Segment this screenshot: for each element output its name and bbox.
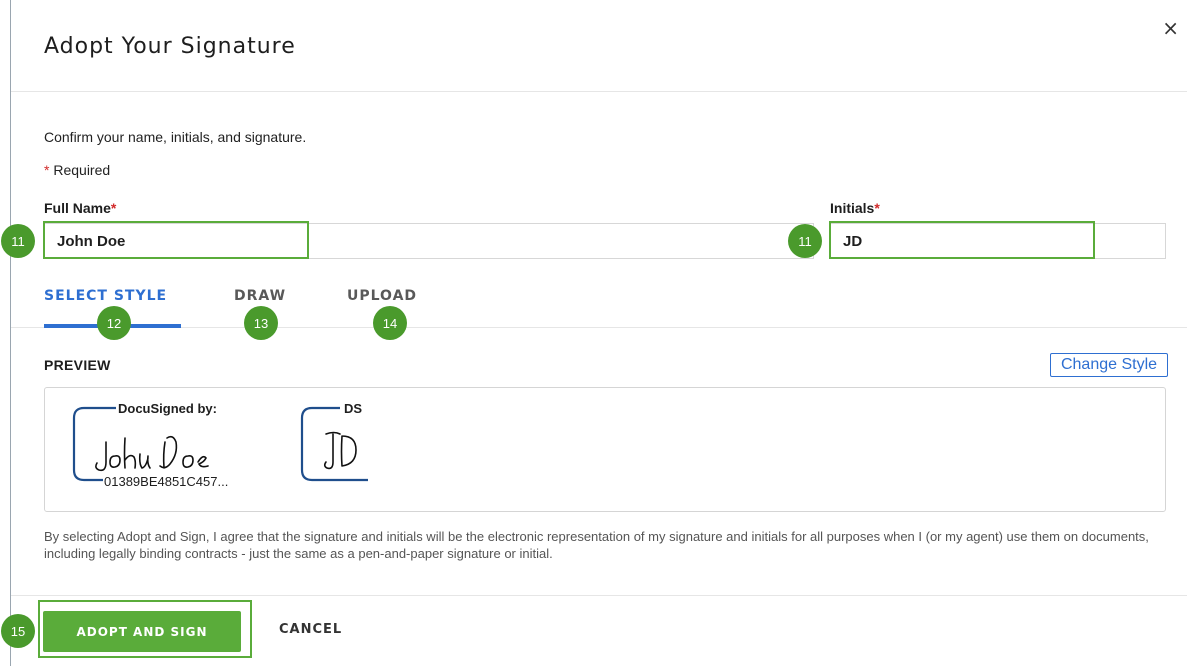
callout-badge: 11 (788, 224, 822, 258)
callout-badge: 12 (97, 306, 131, 340)
legal-disclaimer: By selecting Adopt and Sign, I agree tha… (44, 529, 1149, 561)
callout-badge: 11 (1, 224, 35, 258)
footer-divider (11, 595, 1187, 596)
full-name-label: Full Name* (44, 200, 116, 216)
callout-badge: 14 (373, 306, 407, 340)
required-star: * (44, 162, 50, 178)
full-name-input[interactable]: John Doe (44, 223, 814, 259)
initials-jd (323, 431, 357, 470)
initials-header: DS (343, 401, 364, 416)
initials-label: Initials* (830, 200, 880, 216)
change-style-link[interactable]: Change Style (1050, 353, 1168, 377)
tab-select-style[interactable]: SELECT STYLE (44, 288, 167, 304)
signature-id: 01389BE4851C457... (103, 474, 230, 489)
adopt-and-sign-button[interactable]: ADOPT AND SIGN (43, 611, 241, 652)
initials-frame (300, 406, 368, 482)
required-note: * Required (44, 162, 110, 178)
tabs-divider (11, 327, 1187, 328)
close-icon[interactable]: × (1162, 16, 1179, 40)
signature-header: DocuSigned by: (117, 401, 218, 416)
callout-badge: 15 (1, 614, 35, 648)
signature-doe (159, 435, 209, 469)
dialog-left-edge (10, 0, 11, 666)
initials-label-text: Initials (830, 200, 875, 216)
cancel-button[interactable]: CANCEL (279, 622, 342, 637)
signature-john (95, 437, 151, 472)
required-text: Required (53, 162, 111, 178)
dialog-title: Adopt Your Signature (44, 34, 296, 59)
signature-frame (72, 406, 116, 482)
tab-draw[interactable]: DRAW (234, 288, 286, 304)
preview-label: PREVIEW (44, 357, 111, 373)
full-name-label-text: Full Name (44, 200, 111, 216)
initials-input[interactable]: JD (830, 223, 1166, 259)
required-star: * (110, 200, 117, 216)
tab-upload[interactable]: UPLOAD (347, 288, 417, 304)
confirm-instructions: Confirm your name, initials, and signatu… (44, 129, 307, 145)
callout-badge: 13 (244, 306, 278, 340)
initials-value: JD (843, 233, 863, 250)
full-name-value: John Doe (57, 233, 126, 250)
required-star: * (874, 200, 880, 216)
dialog-header: Adopt Your Signature × (11, 0, 1187, 92)
